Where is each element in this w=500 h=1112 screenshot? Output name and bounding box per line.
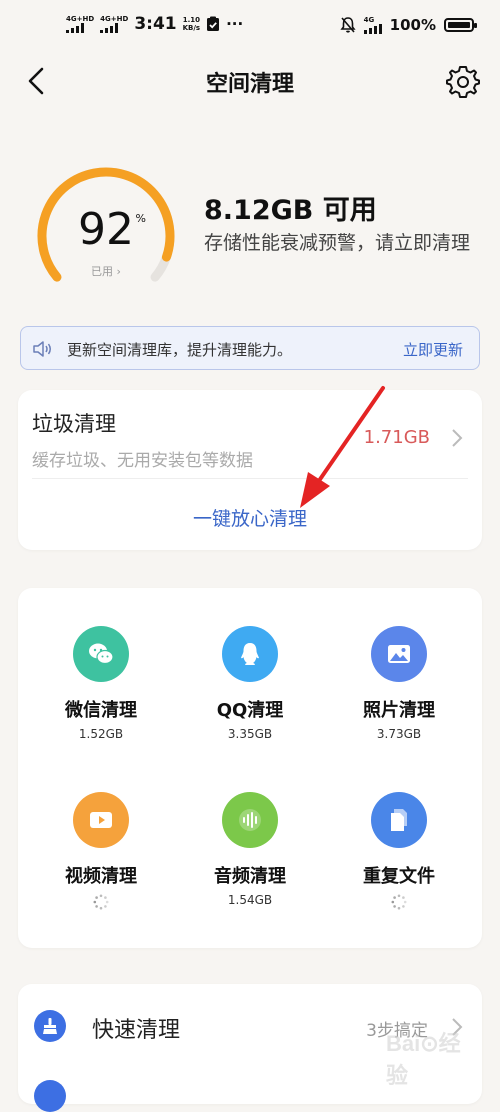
tile-wechat-clean[interactable]: 微信清理 1.52GB — [31, 626, 171, 745]
junk-title: 垃圾清理 — [32, 412, 116, 436]
tile-label: 微信清理 — [65, 700, 137, 721]
loading-spinner-icon — [93, 894, 109, 910]
update-banner: 更新空间清理库，提升清理能力。 立即更新 — [20, 326, 480, 370]
category-grid-card: 微信清理 1.52GB QQ清理 3.35GB 照片清理 3.73GB 视频清理… — [18, 588, 482, 948]
duplicate-file-icon — [371, 792, 427, 848]
nav-bar: 空间清理 — [0, 56, 500, 106]
bell-muted-icon — [340, 17, 356, 33]
status-right: 4G 100% — [340, 16, 477, 34]
battery-icon — [444, 18, 477, 32]
status-left: 4G+HD 4G+HD 3:41 1.10 KB/s ··· — [66, 14, 243, 34]
tile-duplicate-files[interactable]: 重复文件 — [329, 792, 469, 914]
status-time: 3:41 — [134, 14, 177, 34]
used-label[interactable]: 已用 › — [32, 263, 180, 279]
storage-warning: 存储性能衰减预警，请立即清理 — [204, 232, 471, 254]
tile-size: 3.35GB — [227, 727, 273, 741]
tile-size: 1.54GB — [227, 893, 273, 907]
speaker-icon — [33, 341, 51, 357]
one-click-clean-button[interactable]: 一键放心清理 — [18, 504, 482, 531]
tile-label: 重复文件 — [363, 866, 435, 887]
watermark-text: Bai⊙经验 — [386, 1031, 461, 1088]
watermark-logo: Bai⊙经验 — [382, 1010, 482, 1088]
gear-icon[interactable] — [446, 64, 480, 98]
junk-subtitle: 缓存垃圾、无用安装包等数据 — [32, 451, 253, 471]
battery-percent: 100% — [389, 16, 436, 34]
status-bar: 4G+HD 4G+HD 3:41 1.10 KB/s ··· 4G 100% — [0, 0, 500, 56]
junk-size: 1.71GB — [363, 427, 430, 448]
gauge-value: 92% — [78, 204, 146, 255]
chevron-right-icon — [452, 429, 463, 447]
tile-label: 照片清理 — [363, 700, 435, 721]
signal-icon: 4G+HD — [66, 15, 94, 33]
update-now-button[interactable]: 立即更新 — [403, 339, 463, 360]
page-title: 空间清理 — [205, 72, 294, 97]
signal-icon: 4G+HD — [100, 15, 128, 33]
video-play-icon — [73, 792, 129, 848]
tile-qq-clean[interactable]: QQ清理 3.35GB — [180, 626, 320, 745]
qq-penguin-icon — [222, 626, 278, 682]
wechat-icon — [73, 626, 129, 682]
more-notifications-icon: ··· — [226, 15, 244, 33]
divider — [32, 478, 468, 479]
tile-video-clean[interactable]: 视频清理 — [31, 792, 171, 914]
update-text: 更新空间清理库，提升清理能力。 — [67, 341, 293, 359]
photo-icon — [371, 626, 427, 682]
tile-label: 音频清理 — [214, 866, 286, 887]
tile-size: 3.73GB — [376, 727, 422, 741]
tile-label: QQ清理 — [216, 700, 284, 721]
list-item-icon — [34, 1080, 66, 1112]
mobile-data-icon: 4G — [363, 16, 382, 34]
tile-size: 1.52GB — [78, 727, 124, 741]
tile-photo-clean[interactable]: 照片清理 3.73GB — [329, 626, 469, 745]
free-space: 8.12GB 可用 — [204, 195, 377, 226]
tile-audio-clean[interactable]: 音频清理 1.54GB — [180, 792, 320, 911]
clipboard-check-icon — [207, 16, 220, 31]
network-speed: 1.10 KB/s — [182, 16, 201, 32]
broom-icon — [34, 1010, 66, 1042]
audio-wave-icon — [222, 792, 278, 848]
quick-clean-title: 快速清理 — [92, 1018, 181, 1043]
tile-label: 视频清理 — [65, 866, 137, 887]
junk-clean-card[interactable]: 垃圾清理 缓存垃圾、无用安装包等数据 1.71GB 一键放心清理 — [18, 390, 482, 550]
loading-spinner-icon — [391, 894, 407, 910]
